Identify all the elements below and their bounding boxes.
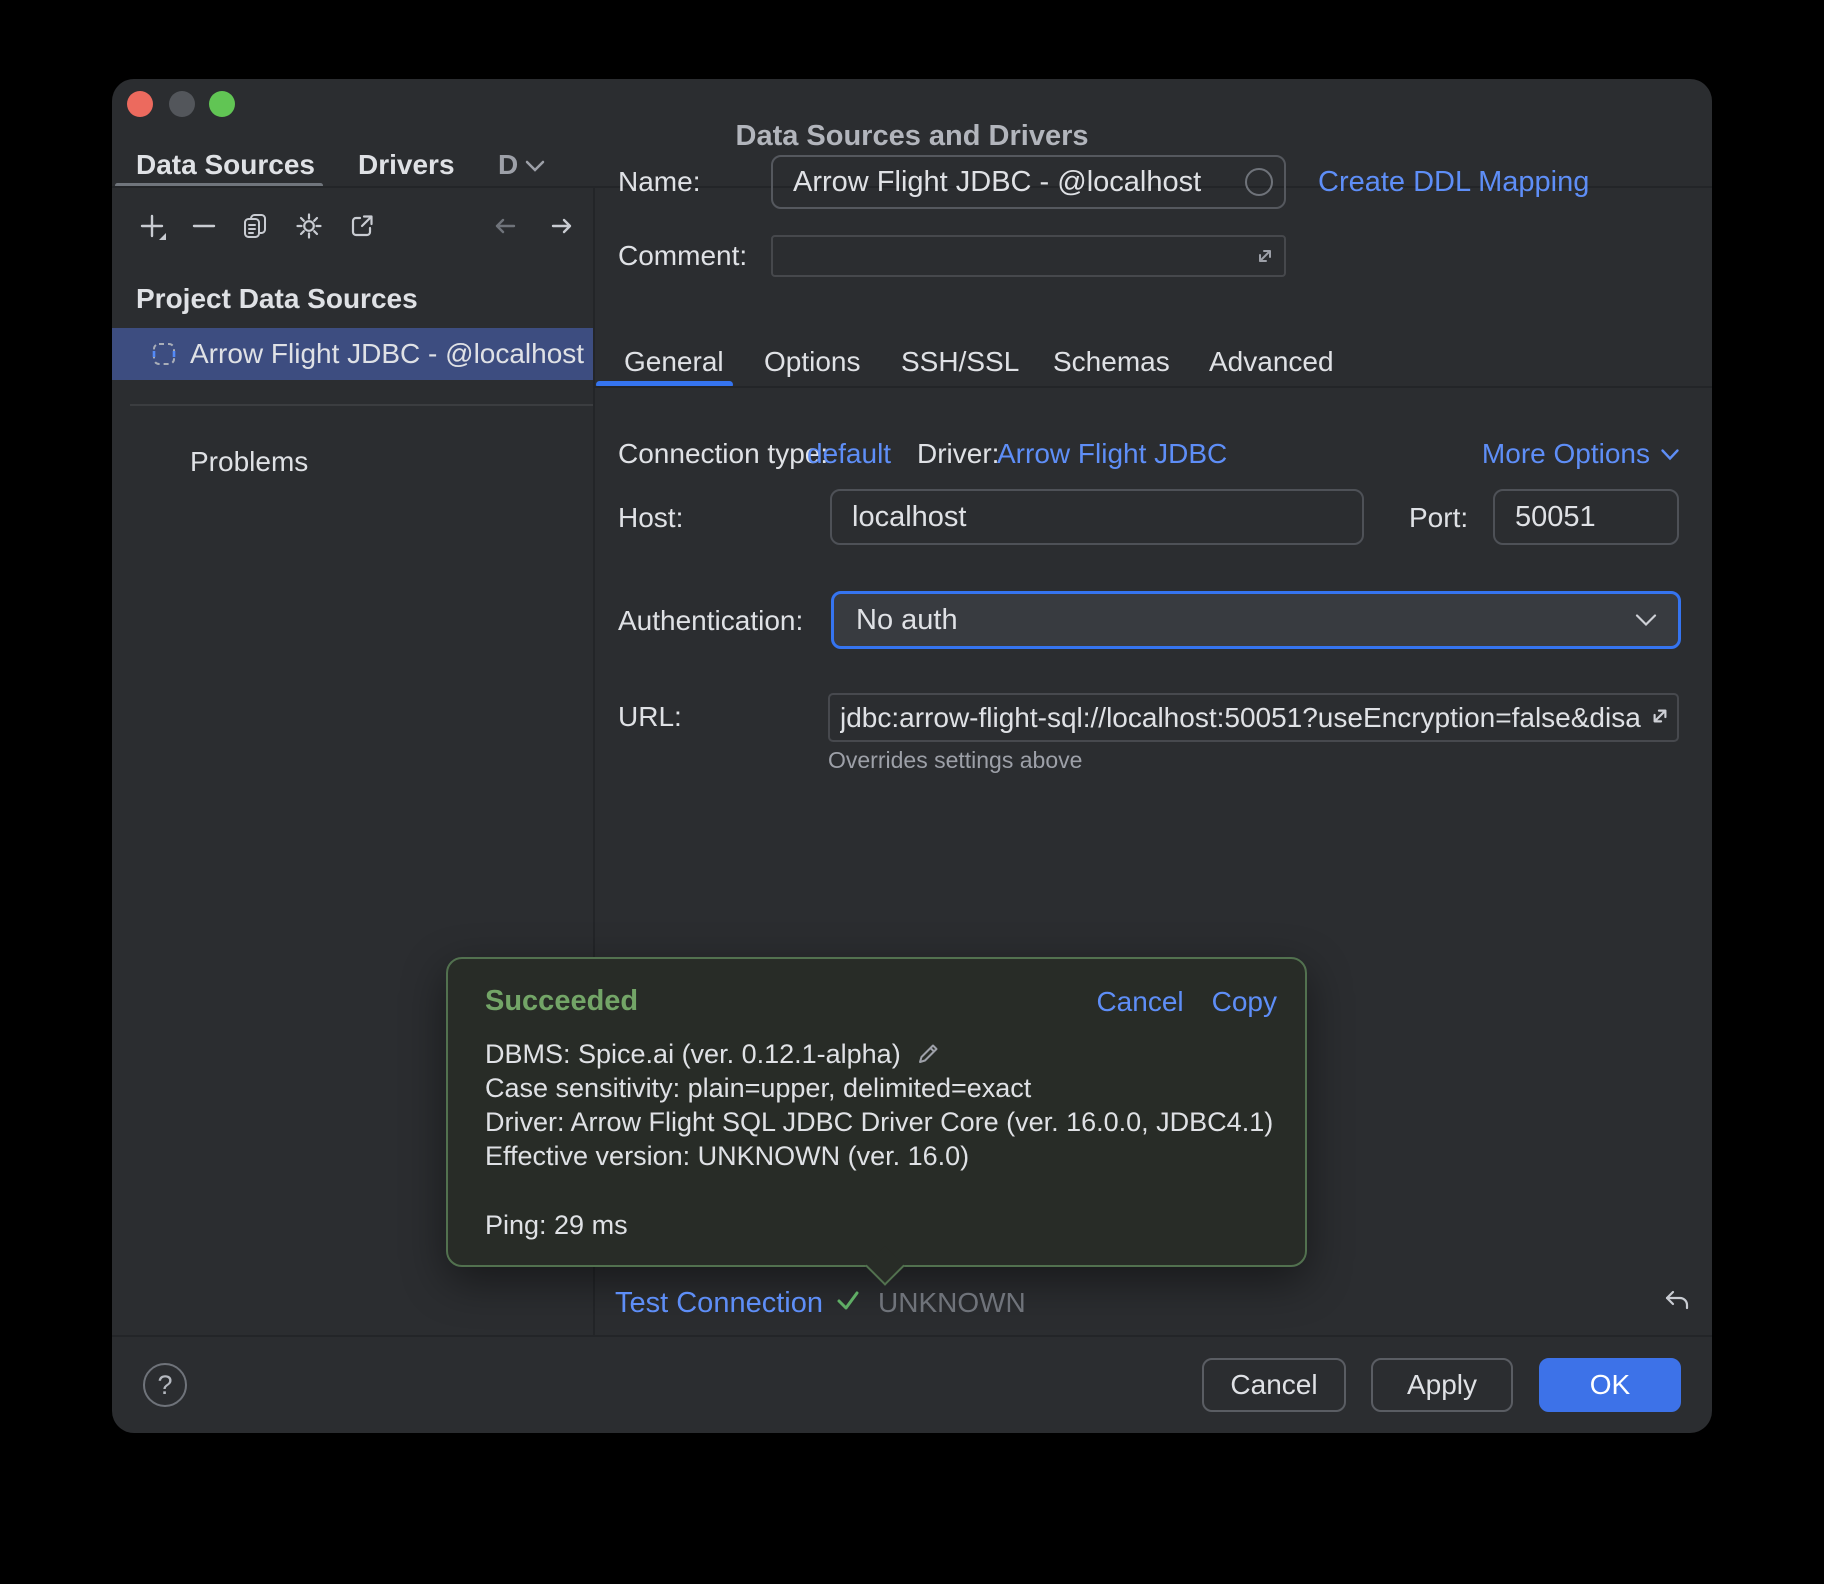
duplicate-icon[interactable] [241, 212, 269, 240]
popup-caret [865, 1246, 905, 1286]
effective-version-line: Effective version: UNKNOWN (ver. 16.0) [485, 1139, 1275, 1173]
apply-button[interactable]: Apply [1371, 1358, 1513, 1412]
port-input[interactable] [1493, 489, 1679, 545]
dbms-line: DBMS: Spice.ai (ver. 0.12.1-alpha) [485, 1039, 901, 1069]
tab-drivers[interactable]: Drivers [358, 150, 455, 180]
case-sensitivity-line: Case sensitivity: plain=upper, delimited… [485, 1071, 1275, 1105]
url-hint: Overrides settings above [828, 747, 1082, 774]
expand-comment-icon[interactable] [1252, 243, 1278, 269]
comment-label: Comment: [618, 241, 747, 271]
driver-label: Driver: [917, 439, 999, 469]
test-connection-result-popup: Succeeded Cancel Copy DBMS: Spice.ai (ve… [446, 957, 1307, 1267]
cancel-button[interactable]: Cancel [1202, 1358, 1346, 1412]
window-title: Data Sources and Drivers [112, 121, 1712, 151]
tab-ddl-truncated[interactable]: D [498, 150, 518, 180]
name-progress-circle-icon [1245, 168, 1273, 196]
remove-data-source-button[interactable] [190, 212, 218, 240]
host-label: Host: [618, 503, 683, 533]
driver-line: Driver: Arrow Flight SQL JDBC Driver Cor… [485, 1105, 1275, 1139]
open-in-new-icon[interactable] [348, 212, 376, 240]
popup-copy-link[interactable]: Copy [1212, 986, 1277, 1018]
name-label: Name: [618, 167, 700, 197]
host-input[interactable] [830, 489, 1364, 545]
tab-options[interactable]: Options [764, 347, 861, 377]
connection-status-value: UNKNOWN [878, 1288, 1026, 1318]
more-options-label: More Options [1482, 439, 1650, 469]
help-button[interactable]: ? [143, 1363, 187, 1407]
url-field-wrap [828, 693, 1679, 742]
data-source-item-label: Arrow Flight JDBC - @localhost [190, 339, 584, 369]
authentication-label: Authentication: [618, 606, 803, 636]
tab-general[interactable]: General [624, 347, 724, 377]
footer-divider [112, 1335, 1712, 1337]
tree-separator [130, 404, 593, 406]
data-source-icon [150, 340, 178, 368]
test-connection-link[interactable]: Test Connection [615, 1288, 823, 1318]
section-header-project-data-sources: Project Data Sources [136, 284, 418, 314]
gear-icon[interactable] [295, 212, 323, 240]
tab-ssh-ssl[interactable]: SSH/SSL [901, 347, 1019, 377]
popup-cancel-link[interactable]: Cancel [1096, 986, 1183, 1018]
ping-line: Ping: 29 ms [485, 1208, 1275, 1242]
comment-field-wrap [771, 235, 1286, 277]
authentication-select[interactable]: No auth [831, 591, 1681, 649]
tab-schemas[interactable]: Schemas [1053, 347, 1170, 377]
url-input[interactable] [828, 693, 1679, 742]
undo-icon[interactable] [1662, 1287, 1692, 1317]
tabs-divider [595, 386, 1712, 388]
more-options-dropdown[interactable]: More Options [1482, 439, 1680, 469]
connection-type-label: Connection type: [618, 439, 828, 469]
name-input[interactable] [771, 155, 1286, 209]
edit-pencil-icon[interactable] [916, 1040, 942, 1066]
port-label: Port: [1409, 503, 1468, 533]
ok-button[interactable]: OK [1539, 1358, 1681, 1412]
close-window-button[interactable] [127, 91, 153, 117]
comment-input[interactable] [771, 235, 1286, 277]
tab-advanced[interactable]: Advanced [1209, 347, 1334, 377]
chevron-down-icon [1660, 448, 1680, 461]
authentication-value: No auth [856, 605, 958, 635]
back-arrow-icon[interactable] [491, 212, 519, 240]
sidebar-item-problems[interactable]: Problems [190, 447, 308, 477]
url-label: URL: [618, 702, 682, 732]
create-ddl-mapping-link[interactable]: Create DDL Mapping [1318, 167, 1589, 197]
add-data-source-button[interactable] [138, 212, 168, 242]
chevron-down-icon [1634, 613, 1658, 627]
expand-url-icon[interactable] [1646, 702, 1674, 730]
status-succeeded: Succeeded [485, 985, 638, 1018]
data-sources-dialog: Data Sources and Drivers Data Sources Dr… [112, 79, 1712, 1433]
minimize-window-button[interactable] [169, 91, 195, 117]
name-field-wrap [771, 155, 1286, 209]
forward-arrow-icon[interactable] [548, 212, 576, 240]
data-source-item-selected[interactable]: Arrow Flight JDBC - @localhost [112, 328, 593, 380]
checkmark-icon [834, 1286, 862, 1314]
driver-value-link[interactable]: Arrow Flight JDBC [997, 439, 1227, 469]
zoom-window-button[interactable] [209, 91, 235, 117]
connection-type-value-link[interactable]: default [807, 439, 891, 469]
chevron-down-icon[interactable] [524, 159, 546, 173]
tab-data-sources[interactable]: Data Sources [136, 150, 315, 180]
